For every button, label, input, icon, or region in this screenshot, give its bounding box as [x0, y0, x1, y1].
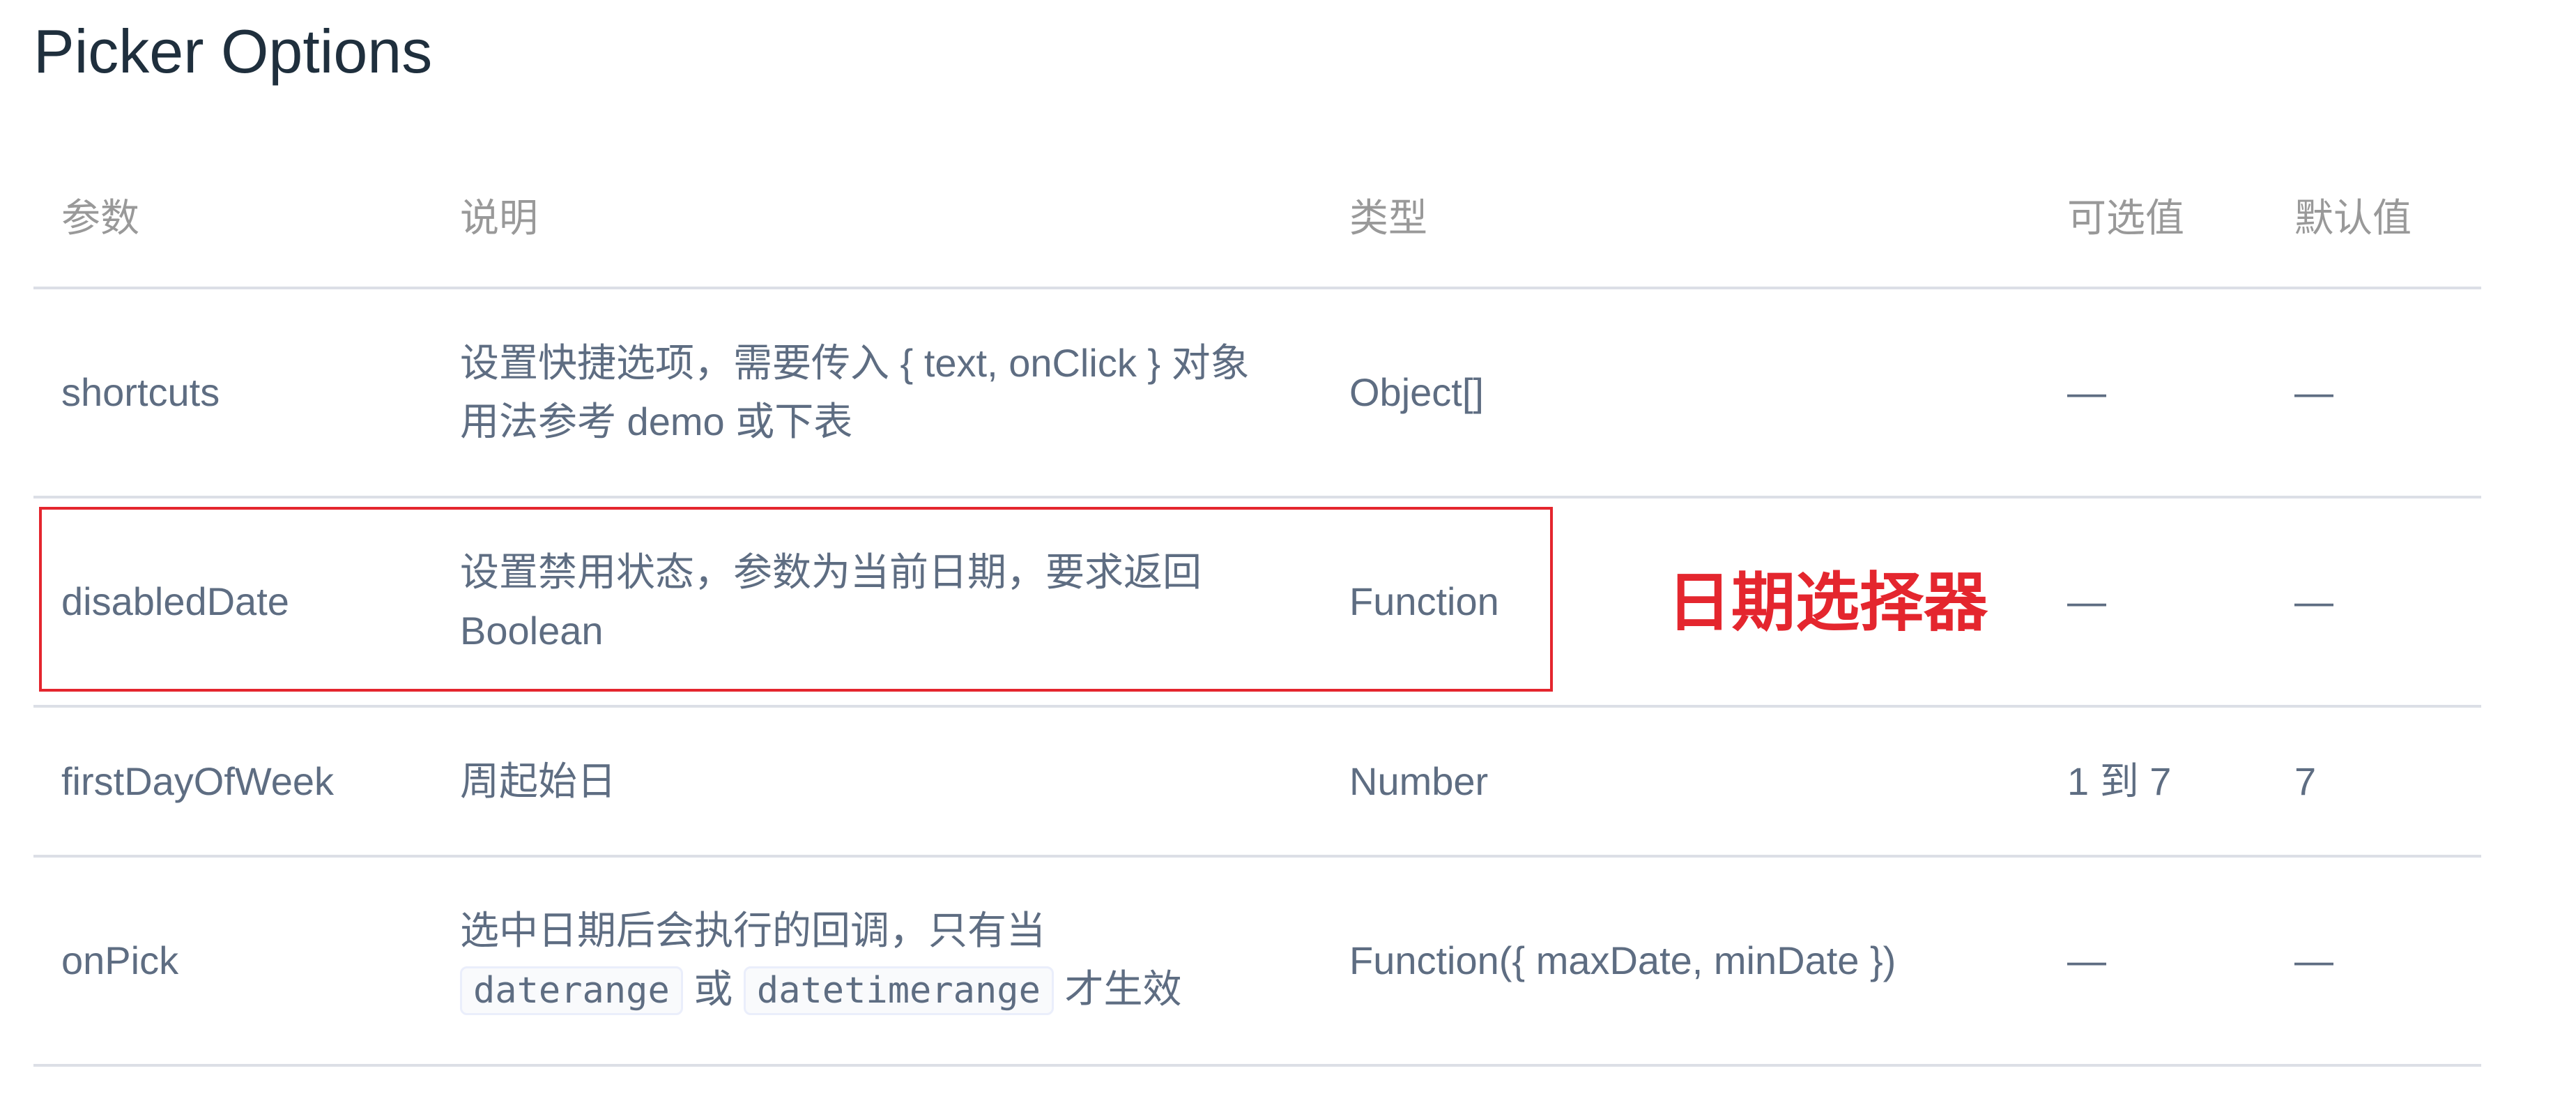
- annotation-label: 日期选择器: [1667, 565, 1988, 640]
- highlight-annotation-box: [39, 507, 1553, 692]
- description-line: 设置快捷选项，需要传入 { text, onClick } 对象: [460, 341, 1250, 385]
- default-cell: 7: [2294, 759, 2317, 803]
- description-tail: 才生效: [1064, 967, 1182, 1011]
- code-daterange: daterange: [460, 966, 683, 1015]
- type-cell: Object[]: [1349, 370, 1484, 414]
- description-or: 或: [693, 967, 733, 1011]
- description-cell: 设置快捷选项，需要传入 { text, onClick } 对象 用法参考 de…: [460, 289, 1324, 496]
- description-line: 选中日期后会执行的回调，只有当: [460, 908, 1045, 952]
- options-cell: —: [2067, 370, 2106, 414]
- header-description: 说明: [460, 196, 538, 240]
- header-default: 默认值: [2294, 196, 2412, 240]
- description-line: 用法参考 demo 或下表: [460, 399, 853, 443]
- table-header-row: 参数 说明 类型 可选值 默认值: [33, 150, 2481, 289]
- description-line: daterange 或 datetimerange 才生效: [460, 960, 1181, 1020]
- param-cell: firstDayOfWeek: [61, 759, 335, 803]
- table-row-firstdayofweek: firstDayOfWeek 周起始日 Number 1 到 7 7: [33, 708, 2481, 858]
- header-options: 可选值: [2067, 196, 2184, 240]
- header-param: 参数: [61, 196, 139, 240]
- type-cell: Number: [1349, 759, 1489, 803]
- description-cell: 选中日期后会执行的回调，只有当 daterange 或 datetimerang…: [460, 858, 1324, 1064]
- header-type: 类型: [1349, 196, 1427, 240]
- code-datetimerange: datetimerange: [743, 966, 1054, 1015]
- param-cell: onPick: [61, 938, 179, 982]
- param-cell: shortcuts: [61, 370, 220, 414]
- table-row-shortcuts: shortcuts 设置快捷选项，需要传入 { text, onClick } …: [33, 289, 2481, 498]
- options-cell: —: [2067, 579, 2106, 623]
- default-cell: —: [2294, 370, 2333, 414]
- options-cell: —: [2067, 938, 2106, 982]
- default-cell: —: [2294, 938, 2333, 982]
- table-row-onpick: onPick 选中日期后会执行的回调，只有当 daterange 或 datet…: [33, 858, 2481, 1067]
- default-cell: —: [2294, 579, 2333, 623]
- page-title: Picker Options: [33, 17, 433, 86]
- options-cell: 1 到 7: [2067, 759, 2172, 803]
- type-cell: Function({ maxDate, minDate }): [1349, 938, 1896, 982]
- description-cell: 周起始日: [460, 759, 616, 803]
